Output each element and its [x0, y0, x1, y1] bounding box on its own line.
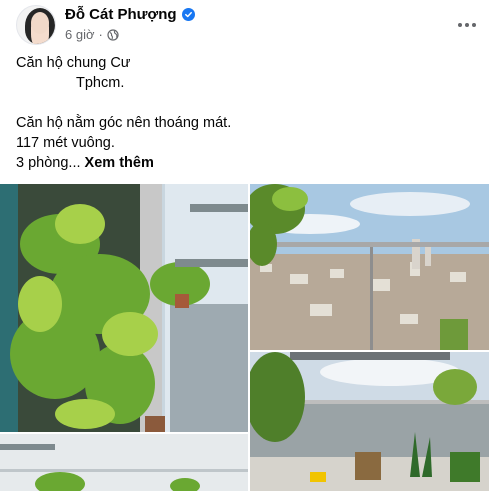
author-row: Đỗ Cát Phượng — [65, 6, 195, 23]
see-more-link[interactable]: Xem thêm — [85, 155, 154, 171]
verified-badge-icon — [181, 8, 195, 21]
meta-separator: · — [98, 27, 103, 42]
post-text-rooms: 3 phòng... — [16, 155, 81, 171]
more-options-icon[interactable] — [455, 13, 479, 37]
post-text-line-1: Căn hộ chung Cư — [16, 55, 131, 71]
globe-icon — [107, 28, 119, 41]
facebook-post: Đỗ Cát Phượng 6 giờ · Căn hộ chung Cư Tp… — [0, 0, 489, 491]
photo-grid — [0, 184, 489, 491]
post-text-line-6: 3 phòng... Xem thêm — [16, 153, 476, 173]
post-meta: 6 giờ · — [65, 27, 119, 42]
post-header: Đỗ Cát Phượng 6 giờ · — [16, 5, 481, 45]
post-text: Căn hộ chung Cư Tphcm. Căn hộ nằm góc nê… — [16, 53, 476, 173]
photo-balcony-plants[interactable] — [250, 352, 489, 491]
post-time[interactable]: 6 giờ — [65, 27, 95, 42]
photo-vertical-garden[interactable] — [0, 184, 248, 432]
post-text-line-4: Căn hộ nằm góc nên thoáng mát. — [16, 115, 232, 131]
photo-balcony-rail[interactable] — [0, 434, 248, 491]
photo-city-view[interactable] — [250, 184, 489, 350]
author-name[interactable]: Đỗ Cát Phượng — [65, 6, 177, 23]
post-text-blank-line — [16, 93, 476, 113]
post-text-line-2: Tphcm. — [76, 75, 125, 91]
avatar[interactable] — [16, 5, 56, 45]
post-text-line-5: 117 mét vuông. — [16, 135, 115, 151]
